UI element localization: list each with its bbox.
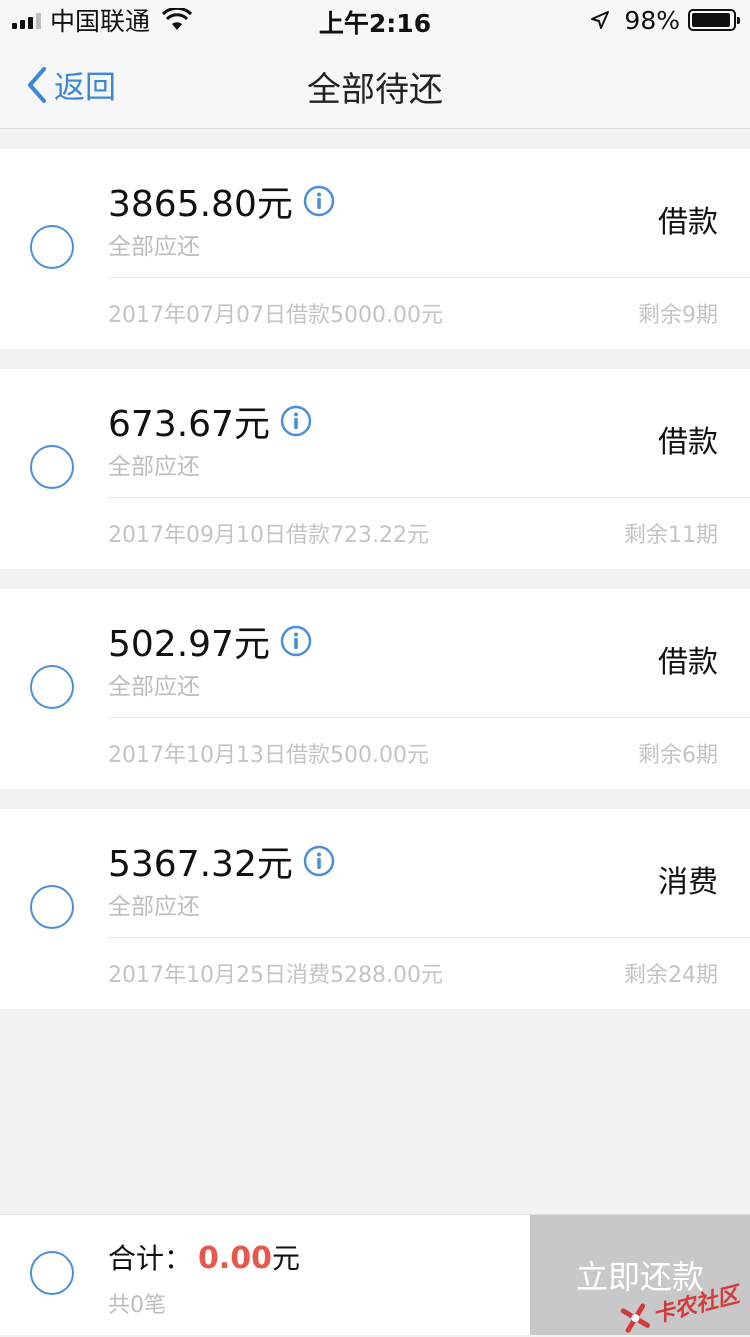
amount-caption: 全部应还 [108,454,200,480]
select-all-radio[interactable] [30,1251,74,1295]
loan-detail: 2017年09月10日借款723.22元 [108,523,429,548]
battery-icon [688,9,740,31]
info-icon[interactable] [280,625,312,657]
item-type: 消费 [658,865,718,900]
amount-caption: 全部应还 [108,234,200,260]
total-label: 合计： [108,1242,193,1275]
status-bar: 中国联通 上午2:16 98% [0,0,750,40]
bottom-bar: 合计： 0.00 元 共0笔 立即还款 卡农社区 [0,1214,750,1335]
remaining-periods: 剩余11期 [624,523,718,548]
repayment-item[interactable]: 502.97元 全部应还 借款 2017年10月13日借款500.00元 剩余6… [0,589,750,789]
nav-bar: 返回 全部待还 [0,40,750,129]
loan-detail: 2017年07月07日借款5000.00元 [108,303,443,328]
amount: 673.67元 [108,404,270,445]
info-icon[interactable] [303,185,335,217]
select-radio[interactable] [30,885,74,929]
remaining-periods: 剩余24期 [624,963,718,988]
divider [108,717,750,718]
selected-count: 共0笔 [108,1293,166,1318]
amount: 502.97元 [108,624,270,665]
location-arrow-icon [591,11,610,29]
repayment-list: 3865.80元 全部应还 借款 2017年07月07日借款5000.00元 剩… [0,149,750,1029]
loan-detail: 2017年10月25日消费5288.00元 [108,963,443,988]
amount-row: 5367.32元 [108,835,335,887]
amount-row: 502.97元 [108,615,312,667]
divider [108,277,750,278]
total-unit: 元 [272,1242,301,1275]
amount: 5367.32元 [108,844,293,885]
battery-percent: 98% [624,5,680,35]
divider [108,497,750,498]
amount-row: 673.67元 [108,395,312,447]
page-title: 全部待还 [307,70,443,110]
amount-row: 3865.80元 [108,175,335,227]
select-radio[interactable] [30,665,74,709]
info-icon[interactable] [303,845,335,877]
repay-now-button[interactable]: 立即还款 卡农社区 [530,1215,750,1335]
select-radio[interactable] [30,225,74,269]
total-row: 合计： 0.00 元 [108,1237,300,1277]
item-type: 借款 [658,645,718,680]
repayment-item[interactable]: 3865.80元 全部应还 借款 2017年07月07日借款5000.00元 剩… [0,149,750,349]
total-value: 0.00 [198,1241,273,1276]
remaining-periods: 剩余6期 [638,743,718,768]
repayment-item[interactable]: 5367.32元 全部应还 消费 2017年10月25日消费5288.00元 剩… [0,809,750,1009]
select-radio[interactable] [30,445,74,489]
watermark-logo-icon [620,1303,650,1333]
item-type: 借款 [658,205,718,240]
divider [108,937,750,938]
item-type: 借款 [658,425,718,460]
amount-caption: 全部应还 [108,674,200,700]
amount-caption: 全部应还 [108,894,200,920]
remaining-periods: 剩余9期 [638,303,718,328]
info-icon[interactable] [280,405,312,437]
loan-detail: 2017年10月13日借款500.00元 [108,743,429,768]
status-right: 98% [590,5,740,35]
amount: 3865.80元 [108,184,293,225]
repayment-item[interactable]: 673.67元 全部应还 借款 2017年09月10日借款723.22元 剩余1… [0,369,750,569]
